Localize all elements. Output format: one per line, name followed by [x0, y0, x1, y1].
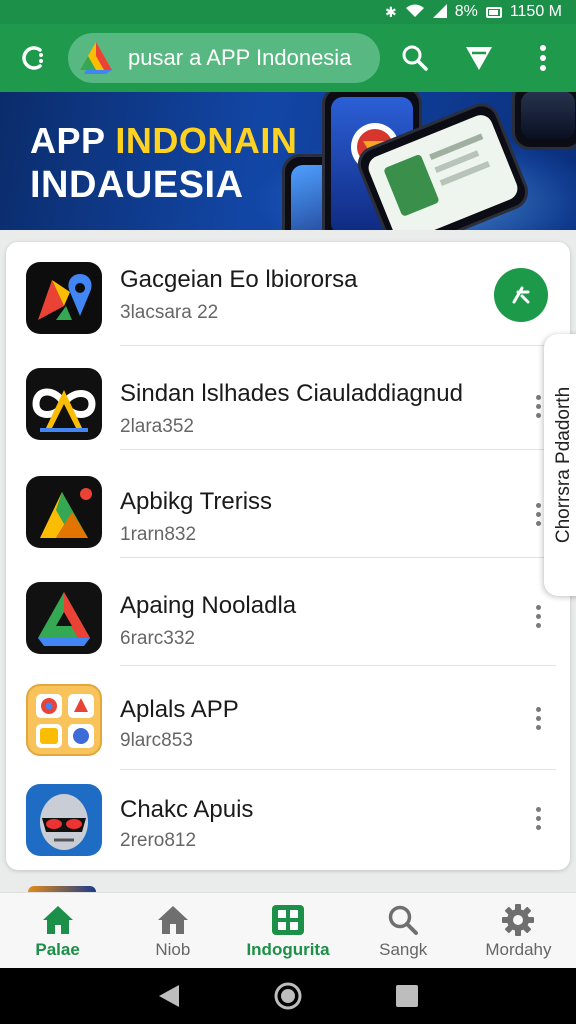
list-item[interactable]: Chakc Apuis 2rero812 [6, 770, 570, 870]
nav-indogurita[interactable]: Indogurita [230, 893, 345, 968]
app-subtitle: 2lara352 [120, 416, 194, 437]
install-button[interactable] [494, 268, 548, 322]
home-button-icon[interactable] [268, 976, 308, 1016]
banner-subtitle: INDAUESIA [30, 164, 244, 206]
app-title: Chakc Apuis [120, 796, 254, 823]
system-nav-bar [0, 968, 576, 1024]
app-title: Apaing Nooladla [120, 592, 297, 619]
nav-search[interactable]: Sangk [346, 893, 461, 968]
app-subtitle: 1rarn832 [120, 524, 197, 545]
back-icon[interactable] [149, 976, 189, 1016]
grid-icon [270, 902, 306, 938]
nav-home[interactable]: Palae [0, 893, 115, 968]
app-folder-icon [26, 684, 102, 756]
more-options-icon[interactable] [524, 698, 552, 738]
status-bar: ✱ 8% 1150 M [0, 0, 576, 24]
nav-label: Palae [35, 939, 80, 959]
app-title: Gacgeian Eo lbiororsa [120, 266, 358, 293]
robot-mask-icon [26, 784, 102, 856]
search-icon[interactable] [396, 39, 434, 77]
list-item[interactable]: Apbikg Treriss 1rarn832 [6, 454, 570, 558]
side-tab-label: Chorrsra Pdadorth [553, 386, 574, 544]
more-options-icon[interactable] [524, 798, 552, 838]
clock: 1150 M [509, 3, 562, 20]
filter-icon[interactable] [460, 39, 498, 77]
nav-label: Indogurita [246, 939, 330, 959]
list-item[interactable]: Sindan lslhades Ciauladdiagnud 2lara352 [6, 346, 570, 450]
nav-niob[interactable]: Niob [115, 893, 230, 968]
app-title: Sindan lslhades Ciauladdiagnud [120, 380, 463, 407]
list-item[interactable]: Aplals APP 9larc853 [6, 666, 570, 770]
app-subtitle: 2rero812 [120, 830, 197, 851]
infinity-logo-icon [26, 368, 102, 440]
search-text: pusar a APP Indonesia [128, 45, 352, 70]
nav-settings[interactable]: Mordahy [461, 893, 576, 968]
app-subtitle: 3lacsara 22 [120, 302, 219, 323]
app-title: Apbikg Treriss [120, 488, 273, 515]
battery-percent: 8% [454, 3, 478, 20]
bluetooth-icon: ✱ [384, 4, 397, 20]
wifi-icon [405, 4, 425, 20]
battery-icon [485, 6, 502, 18]
nav-label: Mordahy [485, 939, 552, 959]
recents-icon[interactable] [387, 976, 427, 1016]
maps-pin-icon [26, 262, 102, 334]
home-outline-icon [155, 902, 191, 938]
phone-image [512, 92, 576, 150]
list-item[interactable]: Gacgeian Eo lbiororsa 3lacsara 22 [6, 242, 570, 346]
side-drawer-tab[interactable]: Chorrsra Pdadorth [544, 334, 576, 596]
drive-logo-icon [26, 582, 102, 654]
app-subtitle: 9larc853 [120, 730, 193, 751]
nav-label: Niob [155, 939, 191, 959]
nav-label: Sangk [379, 939, 428, 959]
divider [120, 557, 556, 558]
app-title: Aplals APP [120, 696, 239, 723]
app-bar: pusar a APP Indonesia [0, 24, 576, 92]
install-icon [512, 286, 530, 304]
signal-icon [432, 4, 447, 20]
divider [120, 449, 556, 450]
drive-logo-icon [80, 42, 112, 74]
search-icon [385, 902, 421, 938]
list-item[interactable]: Apaing Nooladla 6rarc332 [6, 562, 570, 666]
gear-icon [500, 902, 536, 938]
drive-triangle-icon [26, 476, 102, 548]
overflow-menu-icon[interactable] [524, 39, 562, 77]
banner-title: APP INDONAIN [30, 120, 298, 161]
promo-banner[interactable]: APP INDONAIN INDAUESIA [0, 92, 576, 230]
home-icon [40, 902, 76, 938]
more-options-icon[interactable] [524, 596, 552, 636]
app-subtitle: 6rarc332 [120, 628, 195, 649]
app-list: Gacgeian Eo lbiororsa 3lacsara 22 Sindan… [6, 242, 570, 870]
search-bar[interactable]: pusar a APP Indonesia [68, 33, 380, 83]
back-icon[interactable] [14, 38, 54, 78]
bottom-nav: Palae Niob Indogurita Sangk Mordahy [0, 892, 576, 968]
